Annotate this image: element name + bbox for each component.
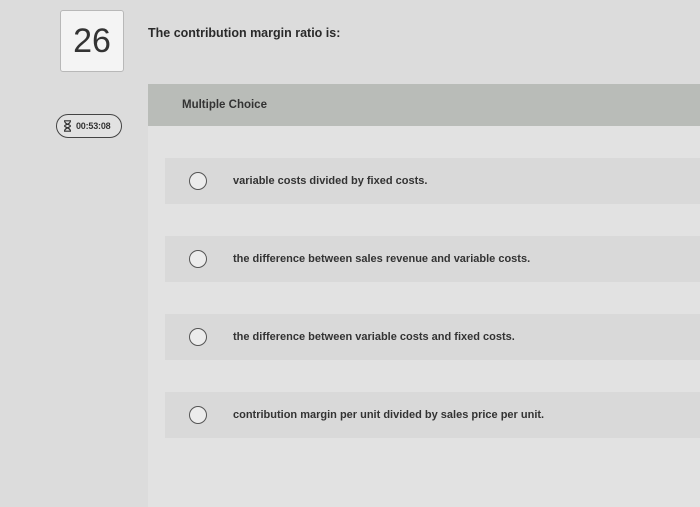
answer-option-label: contribution margin per unit divided by … — [233, 409, 545, 421]
answer-option-3[interactable]: the difference between variable costs an… — [165, 314, 700, 360]
answer-option-4[interactable]: contribution margin per unit divided by … — [165, 392, 700, 438]
answer-option-label: the difference between variable costs an… — [233, 331, 515, 343]
radio-button[interactable] — [189, 406, 207, 424]
multiple-choice-header: Multiple Choice — [148, 84, 700, 126]
radio-button[interactable] — [189, 172, 207, 190]
timer-badge[interactable]: 00:53:08 — [56, 114, 122, 138]
radio-button[interactable] — [189, 328, 207, 346]
question-number: 26 — [60, 10, 124, 72]
hourglass-icon — [63, 120, 72, 132]
multiple-choice-label: Multiple Choice — [182, 99, 267, 111]
answer-option-label: the difference between sales revenue and… — [233, 253, 531, 265]
timer-value: 00:53:08 — [76, 121, 111, 131]
answer-option-2[interactable]: the difference between sales revenue and… — [165, 236, 700, 282]
answer-option-label: variable costs divided by fixed costs. — [233, 175, 428, 187]
answer-option-1[interactable]: variable costs divided by fixed costs. — [165, 158, 700, 204]
question-text: The contribution margin ratio is: — [148, 26, 341, 40]
radio-button[interactable] — [189, 250, 207, 268]
